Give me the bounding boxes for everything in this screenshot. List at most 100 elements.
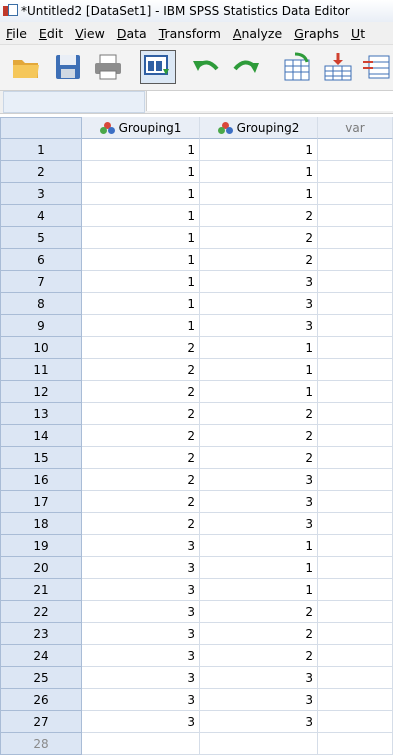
cell-grouping2[interactable]: 3: [200, 293, 318, 315]
cell-var[interactable]: [318, 557, 393, 579]
cell-var[interactable]: [318, 579, 393, 601]
variables-icon[interactable]: [358, 50, 393, 84]
menu-file[interactable]: File: [0, 26, 33, 41]
cell-grouping2[interactable]: 3: [200, 315, 318, 337]
cell-var[interactable]: [318, 425, 393, 447]
goto-case-icon[interactable]: [280, 50, 316, 84]
cell-grouping2[interactable]: 3: [200, 469, 318, 491]
cell-grouping1[interactable]: 1: [82, 183, 200, 205]
cell-var[interactable]: [318, 403, 393, 425]
cell-var[interactable]: [318, 601, 393, 623]
row-number-header[interactable]: 17: [0, 491, 82, 513]
cell-var[interactable]: [318, 645, 393, 667]
cell-grouping1[interactable]: 2: [82, 469, 200, 491]
dialog-recall-icon[interactable]: [140, 50, 176, 84]
row-number-header[interactable]: 15: [0, 447, 82, 469]
cell-grouping2[interactable]: 1: [200, 337, 318, 359]
row-number-header[interactable]: 18: [0, 513, 82, 535]
cell-grouping2[interactable]: 1: [200, 359, 318, 381]
column-header-grouping1[interactable]: Grouping1: [82, 117, 200, 139]
select-all-corner[interactable]: [0, 117, 82, 139]
cell-var[interactable]: [318, 139, 393, 161]
row-number-header[interactable]: 23: [0, 623, 82, 645]
row-number-header[interactable]: 16: [0, 469, 82, 491]
cell-grouping2[interactable]: 2: [200, 205, 318, 227]
cell-grouping1[interactable]: 3: [82, 667, 200, 689]
row-number-header[interactable]: 8: [0, 293, 82, 315]
cell-var[interactable]: [318, 733, 393, 755]
cell-grouping1[interactable]: 1: [82, 271, 200, 293]
cell-grouping1[interactable]: 1: [82, 205, 200, 227]
cell-grouping1[interactable]: [82, 733, 200, 755]
row-number-header[interactable]: 14: [0, 425, 82, 447]
cell-grouping2[interactable]: 1: [200, 579, 318, 601]
cell-grouping2[interactable]: 1: [200, 183, 318, 205]
cell-grouping1[interactable]: 1: [82, 249, 200, 271]
cell-var[interactable]: [318, 293, 393, 315]
cell-grouping2[interactable]: 2: [200, 425, 318, 447]
cell-value-field[interactable]: [146, 91, 393, 111]
menu-view[interactable]: View: [69, 26, 111, 41]
menu-ut[interactable]: Ut: [345, 26, 371, 41]
cell-var[interactable]: [318, 161, 393, 183]
cell-var[interactable]: [318, 535, 393, 557]
cell-grouping1[interactable]: 3: [82, 601, 200, 623]
row-number-header[interactable]: 21: [0, 579, 82, 601]
menu-analyze[interactable]: Analyze: [227, 26, 288, 41]
row-number-header[interactable]: 20: [0, 557, 82, 579]
row-number-header[interactable]: 3: [0, 183, 82, 205]
row-number-header[interactable]: 5: [0, 227, 82, 249]
cell-grouping1[interactable]: 1: [82, 293, 200, 315]
cell-grouping2[interactable]: 2: [200, 227, 318, 249]
cell-grouping1[interactable]: 2: [82, 447, 200, 469]
row-number-header[interactable]: 19: [0, 535, 82, 557]
cell-grouping2[interactable]: 1: [200, 161, 318, 183]
cell-grouping1[interactable]: 2: [82, 403, 200, 425]
cell-grouping1[interactable]: 2: [82, 491, 200, 513]
goto-variable-icon[interactable]: [320, 50, 356, 84]
column-header-grouping2[interactable]: Grouping2: [200, 117, 318, 139]
cell-grouping1[interactable]: 1: [82, 161, 200, 183]
cell-grouping1[interactable]: 1: [82, 139, 200, 161]
cell-grouping2[interactable]: 3: [200, 513, 318, 535]
cell-grouping1[interactable]: 1: [82, 227, 200, 249]
cell-grouping2[interactable]: 3: [200, 667, 318, 689]
row-number-header[interactable]: 4: [0, 205, 82, 227]
cell-grouping1[interactable]: 2: [82, 381, 200, 403]
row-number-header[interactable]: 25: [0, 667, 82, 689]
cell-var[interactable]: [318, 381, 393, 403]
row-number-header[interactable]: 24: [0, 645, 82, 667]
cell-var[interactable]: [318, 513, 393, 535]
cell-grouping1[interactable]: 2: [82, 513, 200, 535]
row-number-header[interactable]: 22: [0, 601, 82, 623]
cell-grouping2[interactable]: 3: [200, 711, 318, 733]
cell-var[interactable]: [318, 359, 393, 381]
cell-var[interactable]: [318, 667, 393, 689]
row-number-header[interactable]: 13: [0, 403, 82, 425]
row-number-header[interactable]: 9: [0, 315, 82, 337]
row-number-header[interactable]: 11: [0, 359, 82, 381]
column-header-var[interactable]: var: [318, 117, 393, 139]
cell-grouping2[interactable]: 2: [200, 601, 318, 623]
cell-grouping2[interactable]: 1: [200, 139, 318, 161]
cell-grouping2[interactable]: 1: [200, 557, 318, 579]
row-number-header[interactable]: 26: [0, 689, 82, 711]
redo-icon[interactable]: [228, 50, 264, 84]
cell-var[interactable]: [318, 711, 393, 733]
cell-grouping2[interactable]: 3: [200, 271, 318, 293]
menu-data[interactable]: Data: [111, 26, 153, 41]
print-icon[interactable]: [90, 50, 126, 84]
cell-var[interactable]: [318, 447, 393, 469]
row-number-header[interactable]: 7: [0, 271, 82, 293]
cell-grouping1[interactable]: 2: [82, 337, 200, 359]
cell-grouping2[interactable]: 2: [200, 645, 318, 667]
cell-grouping2[interactable]: [200, 733, 318, 755]
undo-icon[interactable]: [188, 50, 224, 84]
cell-grouping2[interactable]: 1: [200, 535, 318, 557]
row-number-header[interactable]: 12: [0, 381, 82, 403]
row-number-header[interactable]: 27: [0, 711, 82, 733]
cell-var[interactable]: [318, 205, 393, 227]
cell-grouping2[interactable]: 2: [200, 447, 318, 469]
cell-grouping1[interactable]: 2: [82, 425, 200, 447]
cell-grouping1[interactable]: 3: [82, 711, 200, 733]
